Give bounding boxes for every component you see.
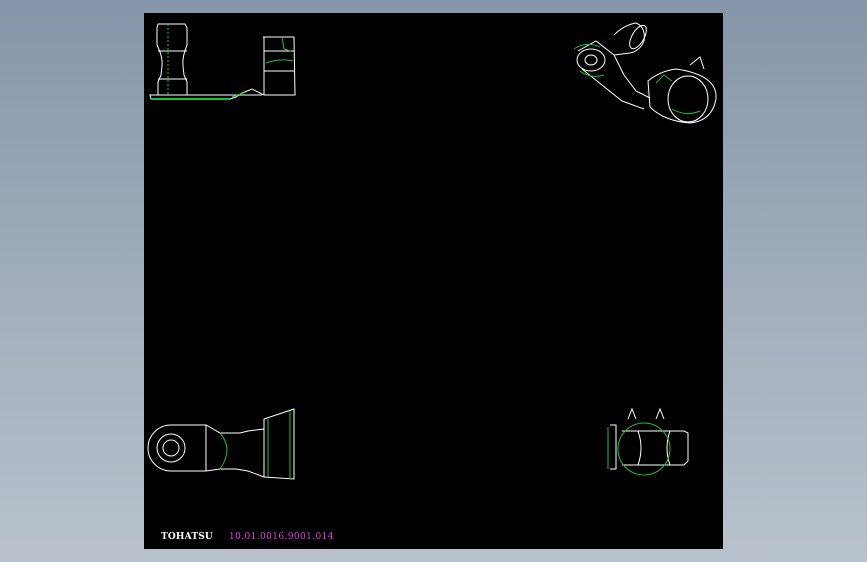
end-view (607, 407, 689, 476)
drawing-canvas (147, 22, 717, 480)
side-view (149, 36, 296, 100)
drawing-sheet: TOHATSU 10.01.0016.9001.014 (144, 13, 723, 549)
isometric-view (573, 22, 717, 124)
front-view (156, 23, 188, 96)
brand-label: TOHATSU (161, 532, 213, 542)
plan-view (147, 408, 295, 480)
part-number-label: 10.01.0016.9001.014 (229, 532, 334, 542)
